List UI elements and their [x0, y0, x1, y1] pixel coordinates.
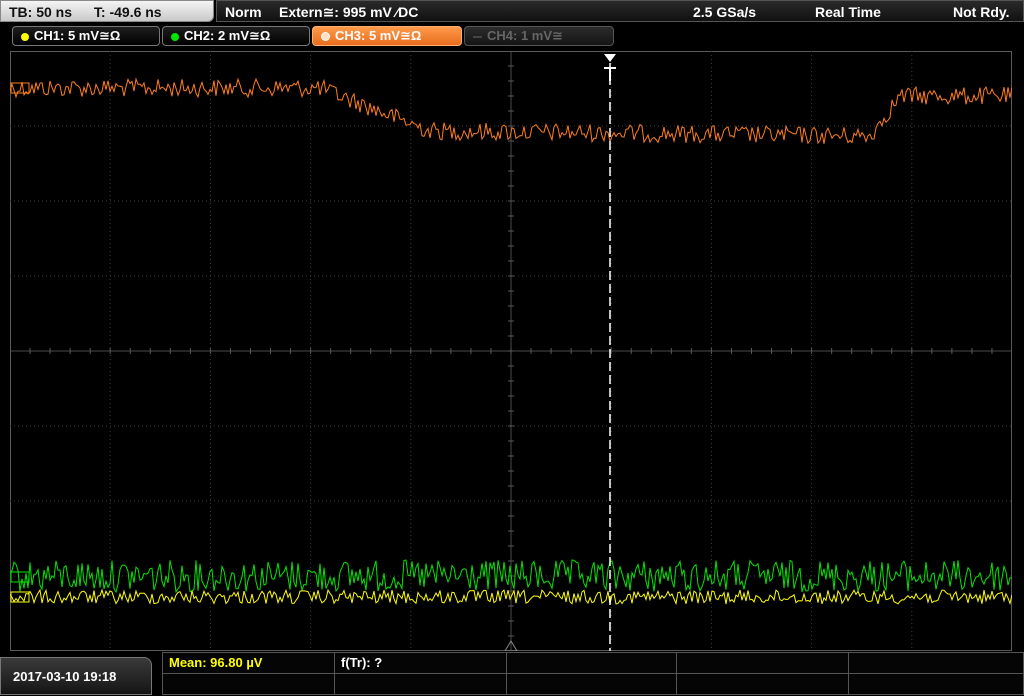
graticule-grid — [10, 51, 1012, 651]
channel-2-indicator-icon — [171, 32, 179, 41]
measurement-slot-8[interactable] — [507, 674, 677, 695]
channel-strip: CH1: 5 mV≅Ω CH2: 2 mV≅Ω CH3: 5 mV≅Ω CH4:… — [0, 26, 1024, 48]
trigger-position-marker-icon[interactable] — [604, 54, 616, 81]
trigger-source-readout: Extern≅: 995 mV ⁄DC — [279, 4, 419, 20]
timebase-panel[interactable]: TB: 50 ns T: -49.6 ns — [0, 0, 214, 22]
waveform-canvas[interactable] — [10, 51, 1012, 651]
measurement-panel: Mean: 96.80 µV f(Tr): ? — [162, 652, 1024, 695]
frequency-measurement[interactable]: f(Tr): ? — [335, 653, 507, 674]
sample-rate-readout: 2.5 GSa/s — [693, 4, 757, 20]
measurement-slot-10[interactable] — [849, 674, 1023, 695]
trigger-mode-readout: Norm — [225, 4, 262, 20]
trigger-panel[interactable]: Norm Extern≅: 995 mV ⁄DC 2.5 GSa/s Real … — [216, 0, 1024, 22]
channel-3-indicator-icon — [321, 32, 330, 42]
channel-1-indicator-icon — [21, 32, 29, 41]
channel-1-label: CH1: 5 mV≅Ω — [34, 28, 121, 43]
channel-4-button[interactable]: CH4: 1 mV≅ — [464, 26, 614, 46]
measurement-slot-6[interactable] — [163, 674, 335, 695]
timestamp: 2017-03-10 19:18 — [0, 657, 152, 695]
status-bar: TB: 50 ns T: -49.6 ns Norm Extern≅: 995 … — [0, 0, 1024, 24]
acquisition-mode-readout: Real Time — [815, 4, 881, 20]
channel-3-label: CH3: 5 mV≅Ω — [335, 28, 422, 43]
channel-1-button[interactable]: CH1: 5 mV≅Ω — [12, 26, 160, 46]
mean-measurement[interactable]: Mean: 96.80 µV — [163, 653, 335, 674]
measurement-slot-5[interactable] — [849, 653, 1023, 674]
measurement-slot-3[interactable] — [507, 653, 677, 674]
measurement-slot-4[interactable] — [677, 653, 849, 674]
measurement-slot-7[interactable] — [335, 674, 507, 695]
channel-4-indicator-icon — [473, 35, 482, 38]
trigger-position-readout: T: -49.6 ns — [93, 4, 162, 20]
channel-3-button[interactable]: CH3: 5 mV≅Ω — [312, 26, 462, 46]
measurement-slot-9[interactable] — [677, 674, 849, 695]
timebase-readout: TB: 50 ns — [9, 4, 73, 20]
channel-4-label: CH4: 1 mV≅ — [487, 28, 563, 43]
channel-2-label: CH2: 2 mV≅Ω — [184, 28, 271, 43]
acquisition-state-readout: Not Rdy. — [953, 4, 1010, 20]
channel-2-button[interactable]: CH2: 2 mV≅Ω — [162, 26, 310, 46]
